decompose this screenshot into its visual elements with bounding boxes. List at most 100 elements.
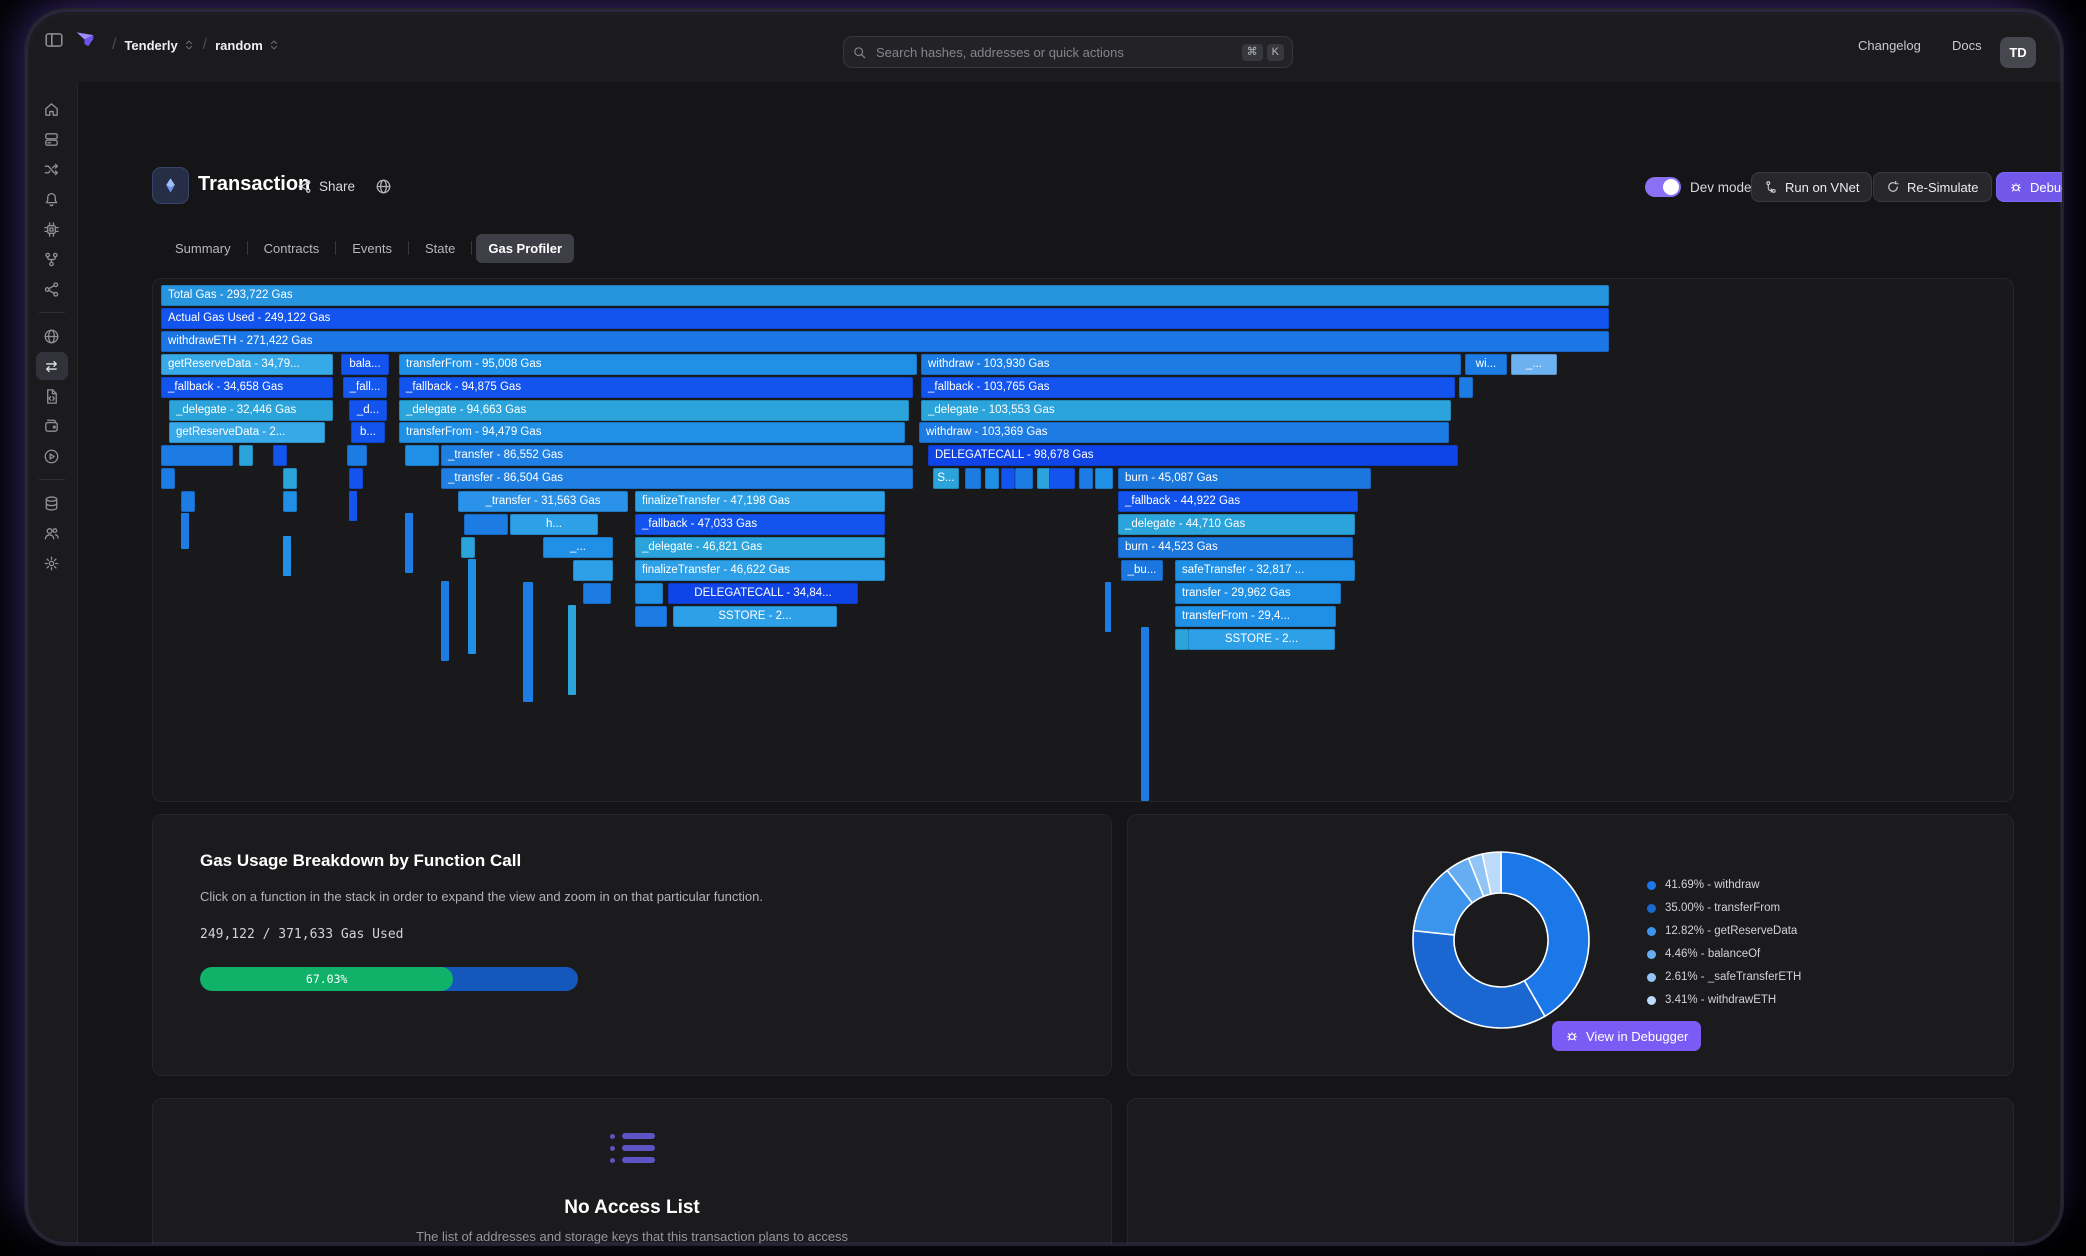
tab-events[interactable]: Events bbox=[340, 234, 404, 263]
tab-summary[interactable]: Summary bbox=[163, 234, 243, 263]
flame-tail[interactable] bbox=[568, 605, 576, 695]
flame-tail[interactable] bbox=[468, 559, 476, 654]
flame-bar[interactable]: _delegate - 32,446 Gas bbox=[169, 400, 333, 421]
flame-bar[interactable] bbox=[161, 468, 175, 489]
view-in-debugger-button[interactable]: View in Debugger bbox=[1552, 1021, 1701, 1051]
flame-bar[interactable] bbox=[283, 491, 297, 512]
flame-bar[interactable] bbox=[1015, 468, 1033, 489]
flame-bar[interactable]: _transfer - 86,552 Gas bbox=[441, 445, 913, 466]
gas-donut-chart[interactable] bbox=[1406, 845, 1596, 1035]
flame-bar[interactable]: transferFrom - 94,479 Gas bbox=[399, 422, 905, 443]
flame-bar[interactable]: transfer - 29,962 Gas bbox=[1175, 583, 1341, 604]
user-avatar[interactable]: TD bbox=[2000, 37, 2036, 68]
flame-bar[interactable]: _transfer - 31,563 Gas bbox=[458, 491, 628, 512]
flame-bar[interactable]: transferFrom - 95,008 Gas bbox=[399, 354, 917, 375]
flame-bar[interactable]: _fall... bbox=[343, 377, 387, 398]
flame-bar[interactable] bbox=[349, 468, 363, 489]
flame-bar[interactable]: _transfer - 86,504 Gas bbox=[441, 468, 913, 489]
flame-bar[interactable]: withdraw - 103,930 Gas bbox=[921, 354, 1461, 375]
debug-button[interactable]: Debug bbox=[1996, 172, 2062, 202]
sidebar-toggle-button[interactable] bbox=[44, 30, 64, 55]
tab-contracts[interactable]: Contracts bbox=[252, 234, 332, 263]
flame-bar[interactable]: _delegate - 46,821 Gas bbox=[635, 537, 885, 558]
flame-bar[interactable]: _delegate - 44,710 Gas bbox=[1118, 514, 1355, 535]
flame-bar[interactable]: S... bbox=[933, 468, 959, 489]
flame-bar[interactable] bbox=[985, 468, 999, 489]
flame-bar[interactable] bbox=[1095, 468, 1113, 489]
flame-bar[interactable]: _delegate - 103,553 Gas bbox=[921, 400, 1451, 421]
sidebar-item-globe[interactable] bbox=[36, 322, 68, 350]
sidebar-item-fork[interactable] bbox=[36, 245, 68, 273]
flame-bar[interactable]: _fallback - 47,033 Gas bbox=[635, 514, 885, 535]
resimulate-button[interactable]: Re-Simulate bbox=[1873, 172, 1992, 202]
flame-bar[interactable] bbox=[635, 583, 663, 604]
sidebar-item-cpu[interactable] bbox=[36, 215, 68, 243]
flame-bar[interactable] bbox=[1079, 468, 1093, 489]
sidebar-item-db[interactable] bbox=[36, 489, 68, 517]
flame-bar[interactable]: _delegate - 94,663 Gas bbox=[399, 400, 909, 421]
flame-bar[interactable]: getReserveData - 34,79... bbox=[161, 354, 333, 375]
flame-bar[interactable]: finalizeTransfer - 47,198 Gas bbox=[635, 491, 885, 512]
flame-bar[interactable]: _fallback - 103,765 Gas bbox=[921, 377, 1455, 398]
flame-bar[interactable] bbox=[1175, 629, 1189, 650]
flame-bar[interactable]: DELEGATECALL - 98,678 Gas bbox=[928, 445, 1458, 466]
run-on-vnet-button[interactable]: Run on VNet bbox=[1751, 172, 1872, 202]
sidebar-item-bell[interactable] bbox=[36, 185, 68, 213]
flame-bar[interactable]: _... bbox=[1511, 354, 1557, 375]
tenderly-logo-icon[interactable] bbox=[74, 28, 96, 55]
flame-bar[interactable]: b... bbox=[351, 422, 385, 443]
flame-bar[interactable]: _bu... bbox=[1121, 560, 1163, 581]
flame-bar[interactable] bbox=[583, 583, 611, 604]
flame-bar[interactable]: bala... bbox=[341, 354, 389, 375]
flame-bar[interactable]: getReserveData - 2... bbox=[169, 422, 325, 443]
sidebar-item-rows[interactable] bbox=[36, 125, 68, 153]
flame-bar[interactable]: _fallback - 44,922 Gas bbox=[1118, 491, 1358, 512]
donut-segment-transferFrom[interactable] bbox=[1413, 931, 1545, 1028]
sidebar-item-share[interactable] bbox=[36, 275, 68, 303]
flame-tail[interactable] bbox=[1141, 627, 1149, 801]
flame-bar[interactable] bbox=[635, 606, 667, 627]
flame-bar[interactable] bbox=[573, 560, 613, 581]
flame-bar[interactable]: transferFrom - 29,4... bbox=[1175, 606, 1336, 627]
breadcrumb-org[interactable]: Tenderly bbox=[124, 38, 177, 53]
flame-bar[interactable]: withdraw - 103,369 Gas bbox=[919, 422, 1449, 443]
flame-bar[interactable] bbox=[239, 445, 253, 466]
global-search[interactable]: ⌘ K bbox=[843, 36, 1293, 68]
sidebar-item-wallet[interactable] bbox=[36, 412, 68, 440]
flame-bar[interactable]: _fallback - 34,658 Gas bbox=[161, 377, 333, 398]
sidebar-item-file-code[interactable] bbox=[36, 382, 68, 410]
flame-bar[interactable] bbox=[181, 491, 195, 512]
breadcrumb-project[interactable]: random bbox=[215, 38, 263, 53]
sidebar-item-home[interactable] bbox=[36, 95, 68, 123]
sidebar-item-swap[interactable] bbox=[36, 352, 68, 380]
flame-bar[interactable]: _fallback - 94,875 Gas bbox=[399, 377, 913, 398]
flame-bar[interactable]: Actual Gas Used - 249,122 Gas bbox=[161, 308, 1609, 329]
sidebar-item-shuffle[interactable] bbox=[36, 155, 68, 183]
sidebar-item-users[interactable] bbox=[36, 519, 68, 547]
flame-bar[interactable] bbox=[461, 537, 475, 558]
flame-bar[interactable]: _... bbox=[543, 537, 613, 558]
search-input[interactable] bbox=[874, 44, 1238, 61]
flame-bar[interactable]: SSTORE - 2... bbox=[673, 606, 837, 627]
flame-bar[interactable] bbox=[273, 445, 287, 466]
flame-bar[interactable] bbox=[1001, 468, 1015, 489]
flame-tail[interactable] bbox=[441, 581, 449, 661]
flame-bar[interactable] bbox=[965, 468, 981, 489]
flame-bar[interactable] bbox=[464, 514, 508, 535]
flame-tail[interactable] bbox=[349, 491, 357, 521]
sort-chevrons-icon[interactable] bbox=[268, 39, 280, 51]
flame-bar[interactable]: burn - 45,087 Gas bbox=[1118, 468, 1371, 489]
docs-link[interactable]: Docs bbox=[1952, 38, 1982, 53]
tab-gas-profiler[interactable]: Gas Profiler bbox=[476, 234, 574, 263]
flame-tail[interactable] bbox=[523, 582, 533, 702]
flame-bar[interactable]: _d... bbox=[349, 400, 387, 421]
flame-tail[interactable] bbox=[283, 536, 291, 576]
flame-bar[interactable]: h... bbox=[510, 514, 598, 535]
sidebar-item-gear[interactable] bbox=[36, 549, 68, 577]
changelog-link[interactable]: Changelog bbox=[1858, 38, 1921, 53]
flame-bar[interactable]: DELEGATECALL - 34,84... bbox=[668, 583, 858, 604]
flame-bar[interactable] bbox=[161, 445, 233, 466]
flame-tail[interactable] bbox=[1105, 582, 1111, 632]
flame-bar[interactable] bbox=[405, 445, 439, 466]
flame-bar[interactable]: withdrawETH - 271,422 Gas bbox=[161, 331, 1609, 352]
